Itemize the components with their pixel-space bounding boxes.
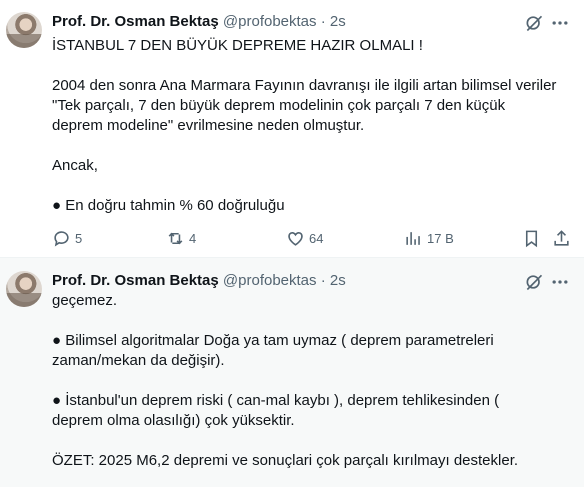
share-icon [554,229,569,246]
tweet-text: geçemez. ● Bilimsel algoritmalar Doğa ya… [52,291,572,471]
author-handle[interactable]: @profobektas [223,13,317,30]
timestamp[interactable]: 2s [330,13,346,30]
grok-icon[interactable] [524,272,544,292]
bookmark-icon [525,230,538,247]
tweet-line: İSTANBUL 7 DEN BÜYÜK DEPREME HAZIR OLMAL… [52,37,423,54]
reply-count: 5 [75,230,83,246]
author-name[interactable]: Prof. Dr. Osman Bektaş [52,13,219,30]
reply-icon [54,230,69,247]
separator-dot: · [320,272,326,289]
avatar[interactable] [6,271,42,307]
views-icon [406,231,420,245]
tweet-line: ÖZET: 2025 M6,2 depremi ve sonuçlari çok… [52,452,519,469]
reply-button[interactable]: 5 [52,226,82,250]
tweet-2[interactable]: Prof. Dr. Osman Bektaş @profobektas · 2s… [0,257,584,487]
tweet-header: Prof. Dr. Osman Bektaş @profobektas · 2s [52,12,346,32]
tweet-text: İSTANBUL 7 DEN BÜYÜK DEPREME HAZIR OLMAL… [52,36,572,216]
retweet-button[interactable]: 4 [166,226,196,250]
author-name[interactable]: Prof. Dr. Osman Bektaş [52,272,219,289]
tweet-line: "Tek parçalı, 7 den büyük deprem modelin… [52,97,506,114]
like-icon [288,231,303,246]
timestamp[interactable]: 2s [330,272,346,289]
tweet-line: 2004 den sonra Ana Marmara Fayının davra… [52,77,557,94]
tweet-line: Ancak, [52,157,98,174]
tweet-line: deprem olma olasılığı) çok yüksektir. [52,412,295,429]
retweet-icon [168,232,183,244]
views-count: 17 B [427,230,454,246]
separator-dot: · [320,13,326,30]
tweet-1[interactable]: Prof. Dr. Osman Bektaş @profobektas · 2s… [0,0,584,257]
tweet-header: Prof. Dr. Osman Bektaş @profobektas · 2s [52,271,346,291]
tweet-line: ● İstanbul'un deprem riski ( can-mal kay… [52,392,500,409]
tweet-actions: 5 4 64 17 B [52,226,572,250]
retweet-count: 4 [189,230,197,246]
tweet-line: geçemez. [52,292,118,309]
tweet-line: ● En doğru tahmin % 60 doğruluğu [52,197,285,214]
share-button[interactable] [552,226,571,250]
tweet-line: ● Bilimsel algoritmalar Doğa ya tam uyma… [52,332,494,349]
bookmark-button[interactable] [522,226,541,250]
avatar[interactable] [6,12,42,48]
tweet-line: deprem modeline" evrilmesine neden olmuş… [52,117,365,134]
grok-icon[interactable] [524,13,544,33]
like-button[interactable]: 64 [286,226,323,250]
views-button[interactable]: 17 B [404,226,454,250]
author-handle[interactable]: @profobektas [223,272,317,289]
more-icon[interactable] [550,13,570,33]
tweet-line: zaman/mekan da değişir). [52,352,225,369]
more-icon[interactable] [550,272,570,292]
like-count: 64 [309,230,324,246]
